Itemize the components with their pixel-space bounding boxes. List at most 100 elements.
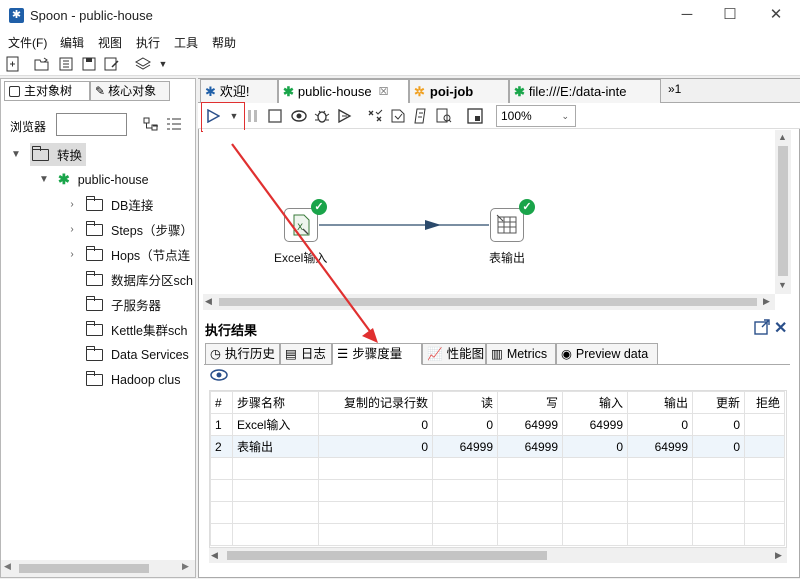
table-row[interactable]: 1 Excel输入 0 0 64999 64999 0 0 (210, 413, 785, 436)
replay-icon[interactable] (336, 107, 354, 125)
tab-overflow-button[interactable]: »1 (668, 82, 681, 96)
scroll-down-icon[interactable]: ▼ (778, 280, 787, 290)
new-file-icon[interactable] (4, 55, 22, 73)
tree-item-slave-servers[interactable]: 子服务器 (6, 292, 193, 317)
close-button[interactable]: ✕ (767, 6, 785, 24)
step-table-output-label: 表输出 (489, 251, 526, 265)
col-header[interactable]: 写 (497, 391, 563, 414)
stop-icon[interactable] (266, 107, 284, 125)
tab-file[interactable]: ✱ file:///E:/data-inte (509, 79, 661, 103)
col-header[interactable]: 更新 (692, 391, 745, 414)
menu-run[interactable]: 执行 (136, 34, 160, 51)
tab-label: 性能图 (446, 347, 485, 361)
tree-item-data-services[interactable]: Data Services (6, 342, 193, 367)
tree-node-root[interactable]: ▼ 转换 (6, 142, 193, 167)
run-dropdown-icon[interactable]: ▼ (225, 107, 243, 125)
verify-icon[interactable] (366, 107, 384, 125)
col-header[interactable]: 读 (432, 391, 498, 414)
tree-item-partition-schemas[interactable]: 数据库分区sch (6, 267, 193, 292)
col-header[interactable]: 输出 (627, 391, 693, 414)
canvas-vertical-scrollbar[interactable]: ▲ ▼ (775, 130, 791, 294)
chevron-right-icon[interactable]: › (66, 199, 78, 210)
tab-public-house[interactable]: ✱ public-house ☒ (278, 79, 409, 104)
col-header[interactable]: # (210, 391, 233, 414)
folder-icon (86, 270, 103, 286)
tree-item-steps[interactable]: › Steps（步骤） (6, 217, 193, 242)
open-file-icon[interactable] (33, 55, 51, 73)
tab-performance-graph[interactable]: 📈 性能图 (422, 343, 486, 365)
explore-db-icon[interactable] (435, 107, 453, 125)
browser-search-input[interactable] (56, 113, 127, 136)
close-panel-icon[interactable]: ✕ (774, 318, 787, 338)
tree-item-label: Hadoop clus (111, 372, 181, 387)
chevron-right-icon[interactable]: › (66, 224, 78, 235)
chevron-down-icon[interactable]: ▼ (38, 174, 50, 185)
scroll-up-icon[interactable]: ▲ (778, 132, 787, 142)
chevron-right-icon[interactable]: › (66, 249, 78, 260)
collapse-tree-icon[interactable] (143, 117, 159, 134)
col-header[interactable]: 步骤名称 (232, 391, 319, 414)
left-horizontal-scrollbar[interactable]: ◀ ▶ (1, 560, 195, 577)
pause-icon[interactable] (244, 107, 262, 125)
tree-item-hadoop-clusters[interactable]: Hadoop clus (6, 367, 193, 392)
save-as-icon[interactable] (103, 55, 121, 73)
preview-icon[interactable] (290, 107, 308, 125)
cell: 64999 (497, 435, 563, 458)
menu-tools[interactable]: 工具 (174, 34, 198, 51)
cell: 0 (627, 413, 693, 436)
menu-file[interactable]: 文件(F) (8, 34, 47, 51)
layers-dropdown-icon[interactable]: ▼ (154, 55, 172, 73)
impact-icon[interactable] (389, 107, 407, 125)
scroll-right-icon[interactable]: ▶ (763, 296, 770, 307)
save-icon[interactable] (80, 55, 98, 73)
explore-repository-icon[interactable] (57, 55, 75, 73)
tab-core-objects[interactable]: ✎ 核心对象 (90, 81, 170, 101)
empty-row (210, 479, 785, 502)
results-horizontal-scrollbar[interactable]: ◀ ▶ (209, 548, 787, 563)
close-tab-icon[interactable]: ☒ (379, 81, 389, 103)
scroll-right-icon[interactable]: ▶ (182, 561, 189, 572)
minimize-button[interactable]: ─ (678, 6, 696, 24)
clock-icon: ◷ (210, 347, 221, 361)
sql-icon[interactable] (412, 107, 430, 125)
show-results-icon[interactable] (466, 107, 484, 125)
tab-preview-data[interactable]: ◉ Preview data (556, 343, 658, 365)
menu-help[interactable]: 帮助 (212, 34, 236, 51)
tab-metrics[interactable]: ▥ Metrics (486, 343, 556, 365)
folder-icon (32, 145, 49, 161)
object-tree: ▼ 转换 ▼ ✱ public-house › DB连接 › Steps（步骤） ›… (6, 142, 193, 392)
tree-item-cluster-schemas[interactable]: Kettle集群sch (6, 317, 193, 342)
menu-edit[interactable]: 编辑 (60, 34, 84, 51)
maximize-button[interactable]: ☐ (721, 6, 739, 24)
layers-icon[interactable] (134, 55, 152, 73)
run-icon[interactable] (204, 107, 222, 125)
scrollbar-thumb[interactable] (227, 551, 547, 560)
tab-poi-job[interactable]: ✲ poi-job (409, 79, 509, 103)
step-table-output[interactable] (490, 208, 524, 242)
zoom-select[interactable]: 100% ⌄ (496, 105, 576, 127)
scrollbar-thumb[interactable] (19, 564, 149, 573)
empty-row (210, 523, 785, 546)
view-eye-icon[interactable] (210, 369, 228, 384)
col-header[interactable]: 复制的记录行数 (318, 391, 433, 414)
tab-welcome[interactable]: ✱ 欢迎! (200, 79, 278, 103)
scroll-right-icon[interactable]: ▶ (775, 550, 782, 561)
tab-main-tree[interactable]: 主对象树 (4, 81, 90, 101)
table-row[interactable]: 2 表输出 0 64999 64999 0 64999 0 (210, 435, 785, 458)
menu-view[interactable]: 视图 (98, 34, 122, 51)
scroll-left-icon[interactable]: ◀ (211, 550, 218, 561)
tree-item-db-connections[interactable]: › DB连接 (6, 192, 193, 217)
scroll-left-icon[interactable]: ◀ (205, 296, 212, 307)
col-header[interactable]: 拒绝 (744, 391, 785, 414)
debug-icon[interactable] (313, 107, 331, 125)
scrollbar-thumb[interactable] (778, 146, 788, 276)
chevron-down-icon[interactable]: ▼ (10, 149, 22, 160)
scroll-left-icon[interactable]: ◀ (4, 561, 11, 572)
cell: 0 (432, 413, 498, 436)
tree-node-transformation[interactable]: ▼ ✱ public-house (6, 167, 193, 192)
maximize-panel-icon[interactable] (754, 319, 770, 338)
col-header[interactable]: 输入 (562, 391, 628, 414)
tree-item-hops[interactable]: › Hops（节点连 (6, 242, 193, 267)
expand-tree-icon[interactable] (166, 117, 182, 134)
tree-tab-icon (9, 85, 20, 97)
